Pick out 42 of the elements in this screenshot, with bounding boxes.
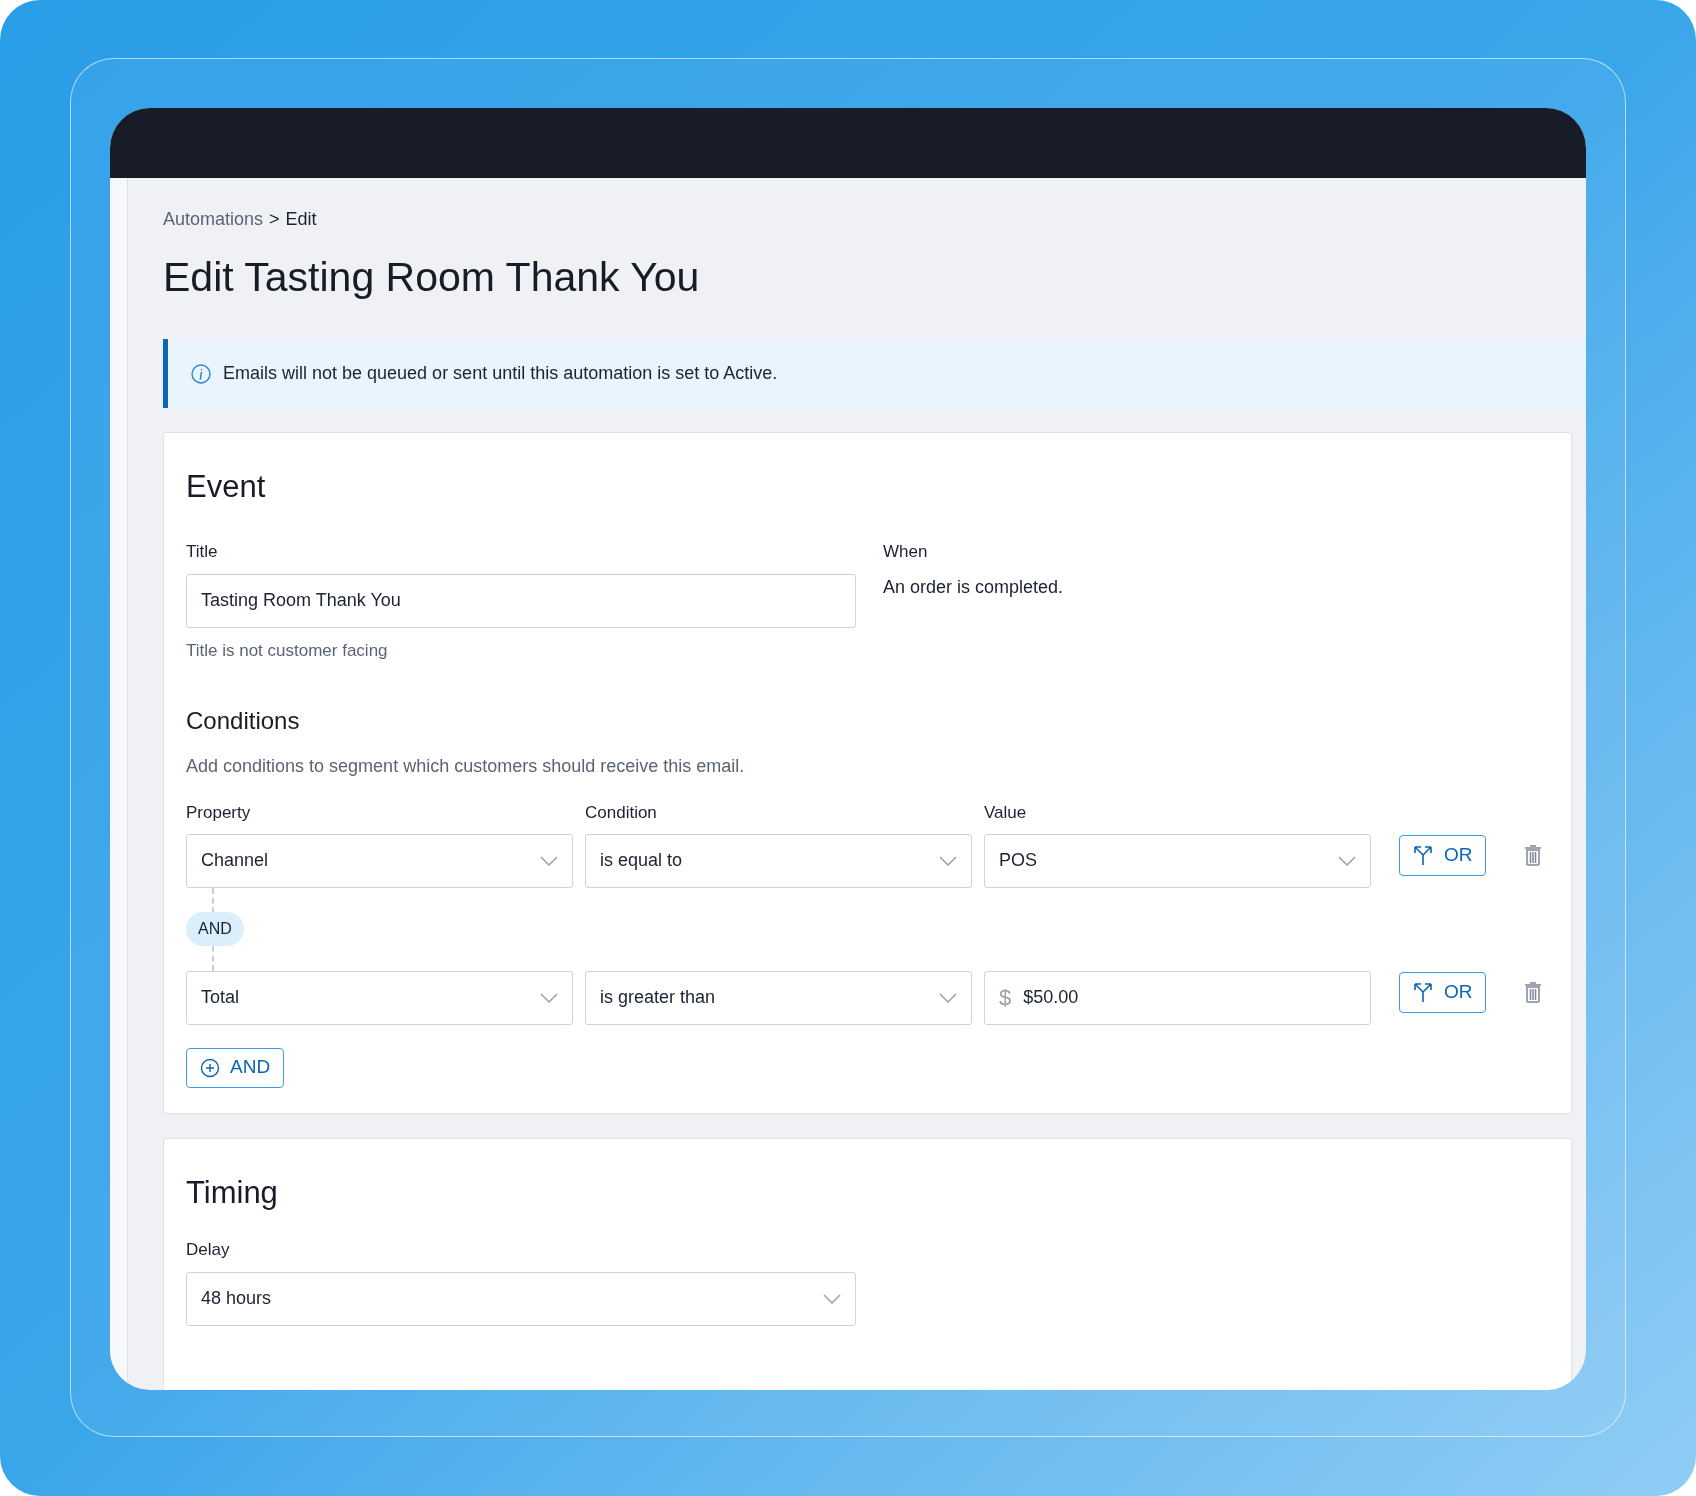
condition-dropdown[interactable]: is greater than [585,970,972,1025]
section-heading: Conditions [186,706,301,736]
page-title: Edit Tasting Room Thank You [163,253,701,301]
column-label: Condition [585,802,658,824]
help-text: Title is not customer facing [186,639,389,662]
add-and-button[interactable]: AND [186,1047,285,1088]
value-input[interactable]: $ $50.00 [984,970,1371,1025]
or-button[interactable]: OR [1399,971,1486,1013]
condition-dropdown[interactable]: is equal to [585,833,972,888]
field-label: Delay [186,1239,231,1261]
section-heading: Timing [186,1174,279,1212]
breadcrumb-item[interactable]: Automations [163,206,264,233]
chevron-down-icon [540,992,558,1003]
property-dropdown[interactable]: Channel [186,833,573,888]
currency-prefix: $ [999,984,1012,1012]
trash-icon[interactable] [1523,843,1542,866]
chevron-down-icon [939,992,957,1003]
when-text: An order is completed. [883,575,1064,599]
banner-message: Emails will not be queued or sent until this automation is set to Active. [223,362,778,385]
delay-dropdown[interactable]: 48 hours [186,1271,856,1326]
chevron-down-icon [939,855,957,866]
title-input[interactable]: Tasting Room Thank You [186,573,856,628]
column-label: Property [186,802,252,824]
breadcrumb-separator: > [269,208,280,231]
section-heading: Event [186,468,267,506]
section-description: Add conditions to segment which customers should receive this email. [186,755,746,778]
and-connector: AND [186,911,244,946]
trash-icon[interactable] [1523,980,1542,1003]
value-dropdown[interactable]: POS [984,833,1371,888]
field-label: When [883,541,929,563]
info-icon [191,363,211,384]
fork-icon [1412,844,1434,866]
plus-circle-icon [200,1057,220,1078]
chevron-down-icon [823,1293,841,1304]
breadcrumb-item: Edit [285,208,317,231]
property-dropdown[interactable]: Total [186,970,573,1025]
chevron-down-icon [1338,855,1356,866]
column-label: Value [984,802,1028,824]
chevron-down-icon [540,855,558,866]
field-label: Title [186,541,219,563]
fork-icon [1412,981,1434,1003]
or-button[interactable]: OR [1399,834,1486,876]
